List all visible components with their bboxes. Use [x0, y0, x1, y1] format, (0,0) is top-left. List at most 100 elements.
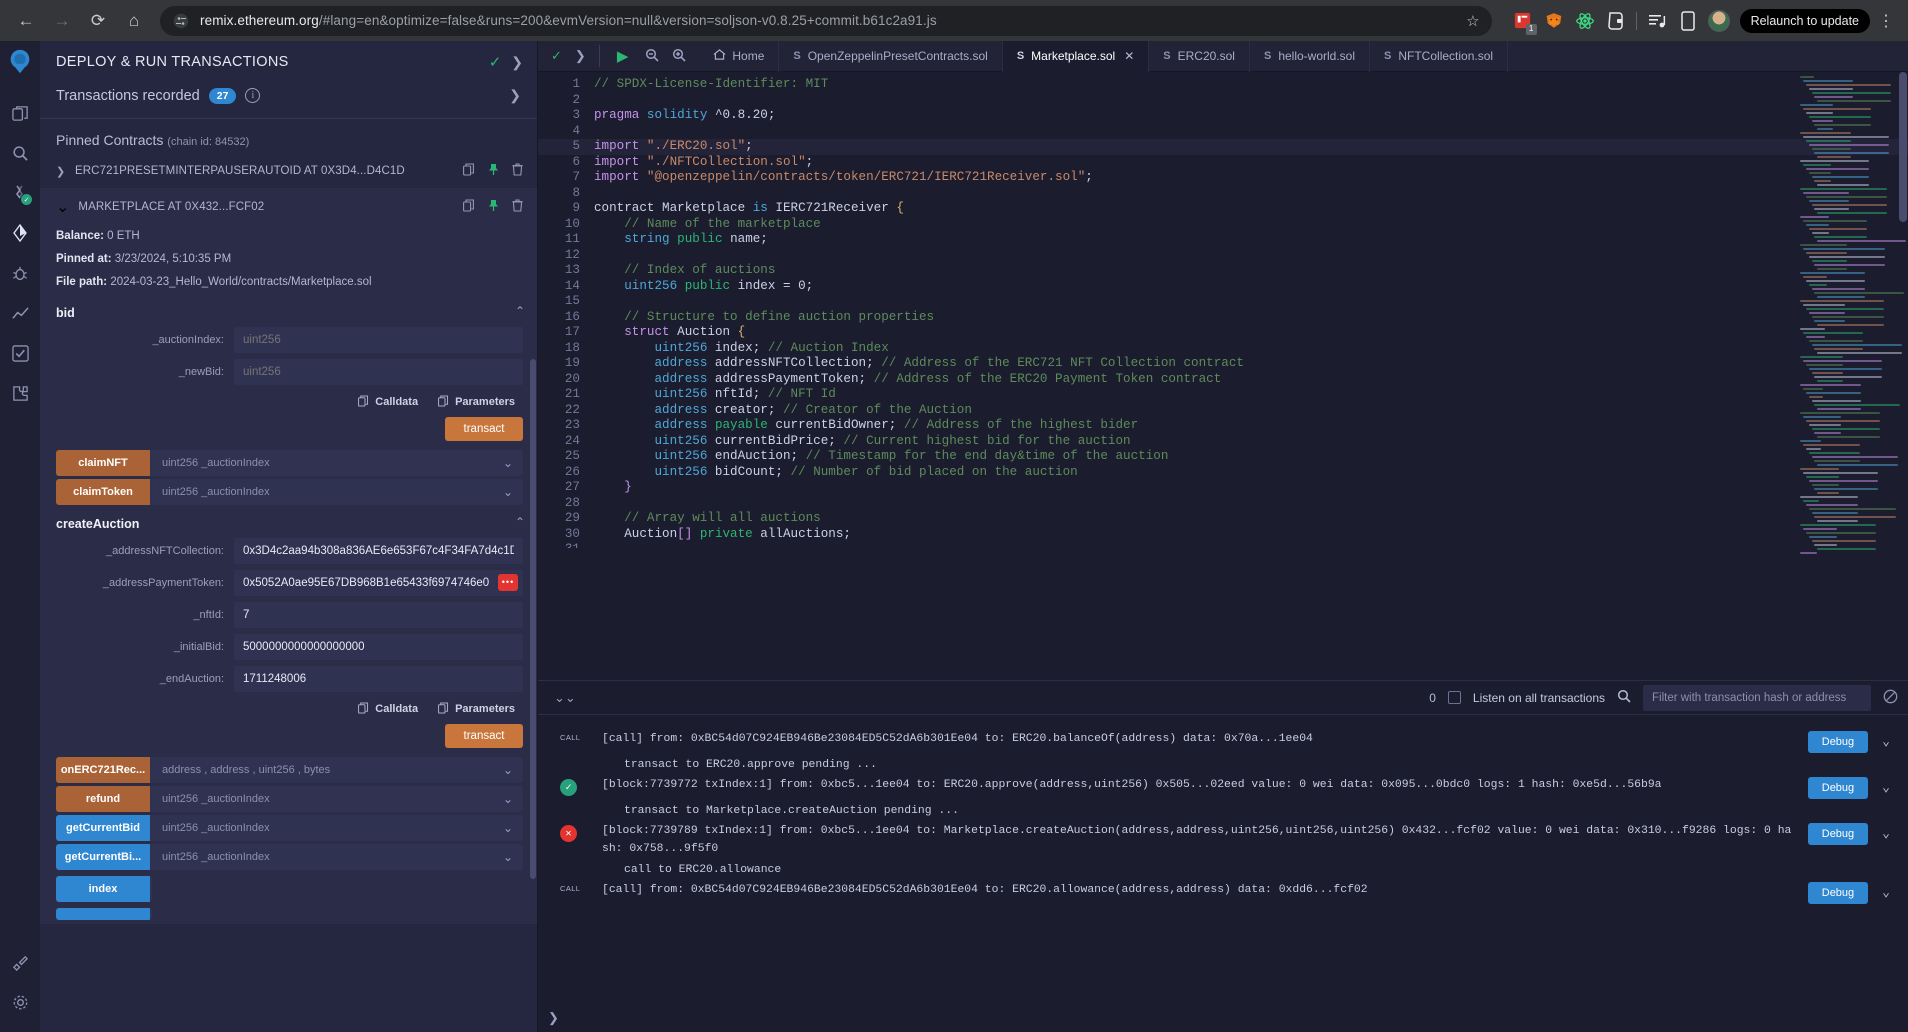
getcurrentbidowner-button[interactable]: getCurrentBi...	[56, 843, 150, 870]
back-button[interactable]: ←	[10, 5, 42, 37]
terminal-log-row[interactable]: ✕ [block:7739789 txIndex:1] from: 0xbc5..…	[538, 817, 1908, 860]
terminal-log-row[interactable]: CALL [call] from: 0xBC54d07C924EB946Be230…	[538, 876, 1908, 906]
browser-menu-icon[interactable]: ⋮	[1874, 11, 1898, 31]
metamask-fox-icon[interactable]	[1543, 10, 1565, 32]
sidebar-item-analysis[interactable]	[2, 293, 38, 333]
initial-bid-input[interactable]	[234, 633, 523, 660]
chevron-down-icon[interactable]: ⌄	[503, 821, 523, 835]
transact-button-bid[interactable]: transact	[445, 416, 523, 441]
listen-all-transactions-checkbox[interactable]	[1447, 691, 1461, 704]
pin-icon[interactable]	[488, 199, 499, 215]
claimtoken-button[interactable]: claimToken	[56, 478, 150, 505]
chevron-right-icon[interactable]: ❯	[56, 165, 66, 178]
chevron-down-icon[interactable]: ⌄	[1882, 823, 1890, 841]
chevron-down-icon[interactable]: ⌄	[503, 456, 523, 470]
copy-parameters-button[interactable]: Parameters	[438, 395, 515, 410]
block-icon[interactable]	[1883, 689, 1898, 707]
trash-icon[interactable]	[512, 199, 523, 215]
onerc721received-button[interactable]: onERC721Rec...	[56, 756, 150, 783]
home-button[interactable]: ⌂	[118, 5, 150, 37]
bookmark-star-icon[interactable]: ☆	[1458, 12, 1479, 30]
pin-icon[interactable]	[488, 163, 499, 179]
new-bid-input[interactable]	[234, 358, 523, 385]
claimnft-button[interactable]: claimNFT	[56, 449, 150, 476]
refund-button[interactable]: refund	[56, 785, 150, 812]
editor-scrollbar[interactable]	[1898, 72, 1908, 542]
transactions-recorded-row[interactable]: Transactions recorded 27 i ❯	[40, 81, 537, 119]
wallet-extension-icon[interactable]	[1605, 10, 1627, 32]
nft-id-input[interactable]	[234, 601, 523, 628]
address-nft-collection-input[interactable]	[234, 537, 523, 564]
remix-extension-icon[interactable]: 1	[1512, 10, 1537, 35]
transact-button-create-auction[interactable]: transact	[445, 723, 523, 748]
end-auction-input[interactable]	[234, 665, 523, 692]
chevron-down-icon[interactable]: ⌄	[503, 763, 523, 777]
react-devtools-icon[interactable]	[1574, 10, 1596, 32]
editor-scroll-thumb[interactable]	[1899, 72, 1907, 222]
index-button[interactable]: index	[56, 875, 150, 902]
address-payment-token-input[interactable]	[234, 569, 523, 596]
chevron-up-icon[interactable]: ⌃	[515, 304, 525, 318]
forward-button[interactable]: →	[46, 5, 78, 37]
sidebar-item-unit-testing[interactable]	[2, 333, 38, 373]
reading-list-icon[interactable]	[1646, 10, 1668, 32]
terminal-expand-arrow[interactable]: ❯	[548, 1010, 559, 1026]
settings-gear-icon[interactable]	[2, 982, 38, 1022]
panel-scrollbar[interactable]	[530, 359, 536, 879]
chevron-right-icon[interactable]: ❯	[509, 87, 521, 104]
chevron-down-icon[interactable]: ⌄	[503, 485, 523, 499]
zoom-out-icon[interactable]	[645, 48, 659, 65]
profile-avatar[interactable]	[1707, 9, 1730, 32]
sidebar-item-debugger[interactable]	[2, 253, 38, 293]
chevron-down-icon[interactable]: ⌄	[1882, 882, 1890, 900]
chevron-down-icon[interactable]: ⌄	[56, 197, 69, 217]
terminal-log-row[interactable]: CALL [call] from: 0xBC54d07C924EB946Be230…	[538, 725, 1908, 755]
address-bar[interactable]: remix.ethereum.org/#lang=en&optimize=fal…	[160, 5, 1492, 36]
debug-button[interactable]: Debug	[1807, 882, 1869, 905]
terminal-log-list[interactable]: CALL [call] from: 0xBC54d07C924EB946Be230…	[538, 715, 1908, 1032]
relaunch-to-update-button[interactable]: Relaunch to update	[1739, 8, 1870, 33]
close-icon[interactable]: ✕	[1124, 49, 1134, 63]
copy-calldata-button[interactable]: Calldata	[358, 702, 418, 717]
remix-logo-icon[interactable]	[3, 45, 37, 79]
chevron-double-down-icon[interactable]: ⌄⌄	[548, 690, 582, 706]
sidebar-item-solidity-compiler[interactable]: ✓	[2, 173, 38, 213]
chevron-up-icon[interactable]: ⌃	[515, 515, 525, 529]
debug-button[interactable]: Debug	[1807, 777, 1869, 799]
terminal-log-row[interactable]: ✓ [block:7739772 txIndex:1] from: 0xbc5..…	[538, 771, 1908, 801]
auction-index-input[interactable]	[234, 326, 523, 353]
info-icon[interactable]: i	[245, 88, 261, 103]
copy-icon[interactable]	[463, 163, 475, 179]
sidebar-item-file-explorer[interactable]	[2, 93, 38, 133]
copy-parameters-button[interactable]: Parameters	[438, 702, 515, 717]
zoom-in-icon[interactable]	[672, 48, 686, 65]
copy-icon[interactable]	[463, 199, 475, 215]
run-script-icon[interactable]: ▶	[613, 47, 633, 65]
code-minimap[interactable]	[1800, 76, 1906, 554]
active-contract-header[interactable]: ⌄ MARKETPLACE AT 0X432...FCF02	[40, 188, 537, 225]
transaction-filter-input[interactable]	[1643, 684, 1871, 711]
trash-icon[interactable]	[512, 163, 523, 179]
getcurrentbid-button[interactable]: getCurrentBid	[56, 814, 150, 841]
tab-marketplace[interactable]: S Marketplace.sol ✕	[1002, 40, 1150, 72]
debug-button[interactable]: Debug	[1807, 731, 1869, 753]
chevron-down-icon[interactable]: ⌄	[503, 850, 523, 864]
chevron-down-icon[interactable]: ⌄	[1882, 777, 1890, 795]
tab-hello-world[interactable]: S hello-world.sol	[1250, 40, 1371, 72]
panel-expand-icon[interactable]: ❯	[511, 54, 523, 71]
device-toggle-icon[interactable]	[1677, 10, 1699, 32]
pinned-contract-row[interactable]: ❯ ERC721PRESETMINTERPAUSERAUTOID AT 0X3D…	[40, 156, 537, 186]
sidebar-item-plugin-manager[interactable]	[2, 373, 38, 413]
chevron-right-icon[interactable]: ❯	[575, 48, 586, 64]
partial-button[interactable]	[56, 907, 150, 920]
input-warning-icon[interactable]: •••	[498, 573, 518, 591]
sidebar-item-deploy-run[interactable]	[2, 213, 38, 253]
chevron-down-icon[interactable]: ⌄	[503, 792, 523, 806]
tab-openzeppelinpresetcontracts[interactable]: S OpenZeppelinPresetContracts.sol	[779, 40, 1003, 72]
tab-nftcollection[interactable]: S NFTCollection.sol	[1370, 40, 1509, 72]
chevron-down-icon[interactable]: ⌄	[1882, 731, 1890, 749]
tab-home[interactable]: Home	[699, 40, 780, 72]
plugin-plug-icon[interactable]	[2, 942, 38, 982]
copy-calldata-button[interactable]: Calldata	[358, 395, 418, 410]
tab-erc20[interactable]: S ERC20.sol	[1149, 40, 1250, 72]
